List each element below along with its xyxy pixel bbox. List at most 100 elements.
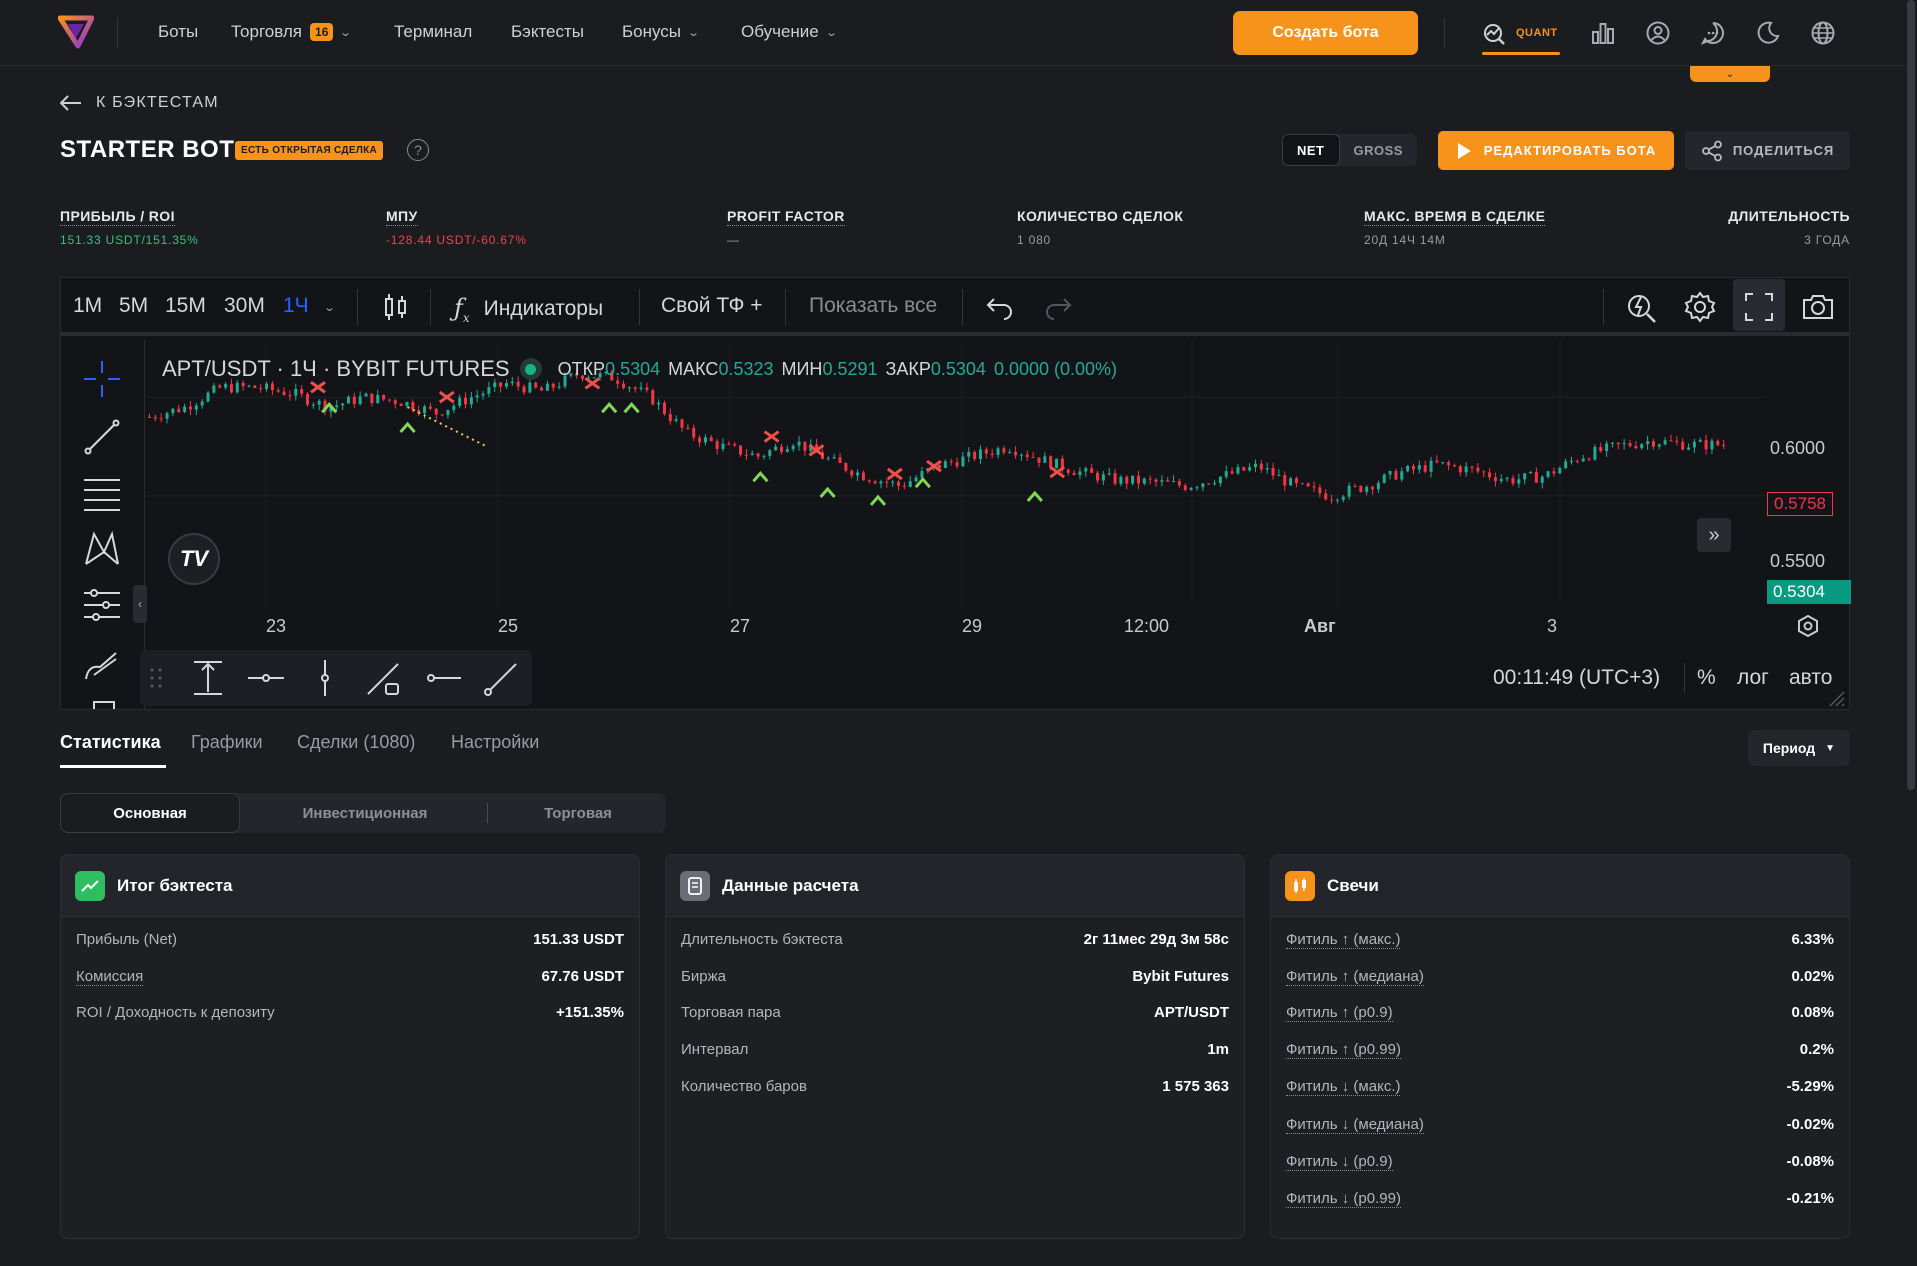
candles-type-icon[interactable]: [378, 289, 414, 325]
indicators-button[interactable]: ƒx Индикаторы: [454, 294, 603, 325]
create-bot-button[interactable]: Создать бота: [1233, 11, 1418, 55]
exit-marker[interactable]: [310, 381, 326, 394]
camera-icon[interactable]: [1800, 289, 1836, 325]
metric-label: КОЛИЧЕСТВО СДЕЛОК: [1017, 208, 1184, 224]
long-entry-marker[interactable]: [869, 494, 887, 506]
long-entry-marker[interactable]: [623, 401, 640, 414]
subtab-investment[interactable]: Инвестиционная: [255, 793, 475, 833]
nav-terminal[interactable]: Терминал: [394, 22, 472, 42]
globe-icon[interactable]: [1810, 20, 1836, 46]
long-entry-marker[interactable]: [601, 401, 618, 414]
crosshair-icon[interactable]: [82, 359, 122, 399]
app-logo-icon[interactable]: [58, 14, 94, 50]
interval-1h[interactable]: 1Ч: [283, 294, 309, 318]
nav-learning[interactable]: Обучение ⌄: [741, 22, 838, 42]
tradingview-logo-icon[interactable]: TV: [168, 533, 220, 585]
stat-key[interactable]: Фитиль ↑ (p0.99): [1286, 1041, 1401, 1059]
candle-body: [1476, 467, 1480, 472]
moon-icon[interactable]: [1755, 20, 1781, 46]
toolbar-divider: [430, 289, 431, 325]
projection-tools-icon[interactable]: [82, 585, 122, 625]
redo-icon[interactable]: [1040, 289, 1076, 325]
gross-option[interactable]: GROSS: [1340, 134, 1417, 166]
stat-key[interactable]: Фитиль ↑ (медиана): [1286, 968, 1424, 986]
card-backtest-summary: Итог бэктеста Прибыль (Net) 151.33 USDT К…: [60, 854, 640, 1239]
stat-key[interactable]: Фитиль ↓ (макс.): [1286, 1078, 1401, 1096]
candle-body: [1435, 460, 1439, 463]
tab-statistics[interactable]: Статистика: [60, 732, 161, 753]
stat-key[interactable]: Фитиль ↑ (p0.9): [1286, 1004, 1393, 1022]
interval-15m[interactable]: 15M: [165, 294, 206, 318]
candle-body: [1464, 466, 1468, 473]
exit-marker[interactable]: [886, 467, 903, 481]
stat-key[interactable]: Фитиль ↓ (медиана): [1286, 1116, 1424, 1134]
subtab-trading[interactable]: Торговая: [490, 793, 666, 833]
quick-search-icon[interactable]: [1624, 289, 1660, 325]
resize-handle-icon[interactable]: [1828, 690, 1846, 708]
chart-clock[interactable]: 00:11:49 (UTC+3): [1493, 666, 1660, 690]
text-tool-icon[interactable]: [92, 700, 116, 709]
tab-charts[interactable]: Графики: [191, 732, 263, 753]
long-entry-marker[interactable]: [1026, 490, 1043, 502]
metric-label[interactable]: МАКС. ВРЕМЯ В СДЕЛКЕ: [1364, 208, 1546, 226]
stat-key[interactable]: Фитиль ↓ (p0.9): [1286, 1153, 1393, 1171]
candle-body: [522, 386, 526, 393]
user-icon[interactable]: [1645, 20, 1671, 46]
help-icon[interactable]: ?: [407, 139, 429, 161]
trend-line-icon[interactable]: [82, 417, 122, 457]
horizontal-line-icon[interactable]: [423, 658, 463, 698]
interval-dropdown-chevron-icon[interactable]: ⌄: [323, 298, 336, 316]
stat-key[interactable]: Фитиль ↓ (p0.99): [1286, 1190, 1401, 1208]
long-entry-marker[interactable]: [752, 470, 769, 483]
quant-link[interactable]: QUANT: [1482, 20, 1558, 46]
show-all-button[interactable]: Показать все: [809, 294, 937, 318]
nav-backtests[interactable]: Бэктесты: [511, 22, 584, 42]
undo-icon[interactable]: [982, 289, 1018, 325]
pattern-xabcd-icon[interactable]: [82, 528, 122, 568]
long-entry-marker[interactable]: [399, 421, 416, 433]
brush-icon[interactable]: [82, 645, 122, 685]
percent-scale-toggle[interactable]: %: [1697, 666, 1716, 690]
collapse-sidebar-chevron-icon[interactable]: ‹: [133, 585, 147, 623]
candle-body: [1002, 448, 1006, 453]
scroll-to-realtime-icon[interactable]: »: [1697, 518, 1731, 552]
drag-handle-icon[interactable]: [148, 666, 164, 690]
stat-key[interactable]: Фитиль ↑ (макс.): [1286, 931, 1401, 949]
vertical-line-icon[interactable]: [305, 658, 345, 698]
interval-5m[interactable]: 5M: [119, 294, 148, 318]
interval-1m[interactable]: 1M: [73, 294, 102, 318]
stat-key[interactable]: Комиссия: [76, 968, 144, 986]
axis-settings-icon[interactable]: [1796, 614, 1820, 638]
exit-marker[interactable]: [763, 430, 780, 443]
subtab-main[interactable]: Основная: [60, 793, 240, 833]
back-to-backtests-link[interactable]: К БЭКТЕСТАМ: [60, 94, 219, 112]
share-button[interactable]: ПОДЕЛИТЬСЯ: [1685, 131, 1850, 170]
horizontal-ray-icon[interactable]: [246, 658, 286, 698]
info-line-icon[interactable]: [364, 658, 404, 698]
fib-levels-icon[interactable]: [82, 474, 122, 514]
custom-tf-button[interactable]: Свой ТФ +: [661, 294, 763, 318]
ray-icon[interactable]: [482, 658, 522, 698]
chat-icon[interactable]: [1700, 20, 1726, 46]
interval-30m[interactable]: 30M: [224, 294, 265, 318]
tab-settings[interactable]: Настройки: [451, 732, 539, 753]
auto-scale-toggle[interactable]: авто: [1789, 666, 1832, 690]
long-entry-marker[interactable]: [914, 476, 931, 489]
nav-bonuses[interactable]: Бонусы ⌄: [622, 22, 700, 42]
settings-gear-icon[interactable]: [1682, 289, 1718, 325]
net-option[interactable]: NET: [1282, 134, 1340, 166]
period-dropdown[interactable]: Период ▼: [1748, 730, 1850, 766]
nav-bots[interactable]: Боты: [158, 22, 198, 42]
candle-body: [265, 383, 269, 390]
metric-label[interactable]: МПУ: [386, 208, 418, 226]
quant-dropdown-toggle[interactable]: ⌄: [1690, 66, 1770, 82]
metric-label[interactable]: ПРИБЫЛЬ / ROI: [60, 208, 175, 226]
nav-trading[interactable]: Торговля 16 ⌄: [231, 22, 352, 42]
tab-deals[interactable]: Сделки (1080): [297, 732, 415, 753]
log-scale-toggle[interactable]: лог: [1737, 666, 1769, 690]
edit-bot-button[interactable]: РЕДАКТИРОВАТЬ БОТА: [1438, 131, 1674, 170]
page-scrollbar-thumb[interactable]: [1907, 0, 1915, 790]
metric-label[interactable]: PROFIT FACTOR: [727, 208, 845, 226]
bar-chart-icon[interactable]: [1590, 20, 1616, 46]
price-range-icon[interactable]: [188, 658, 228, 698]
